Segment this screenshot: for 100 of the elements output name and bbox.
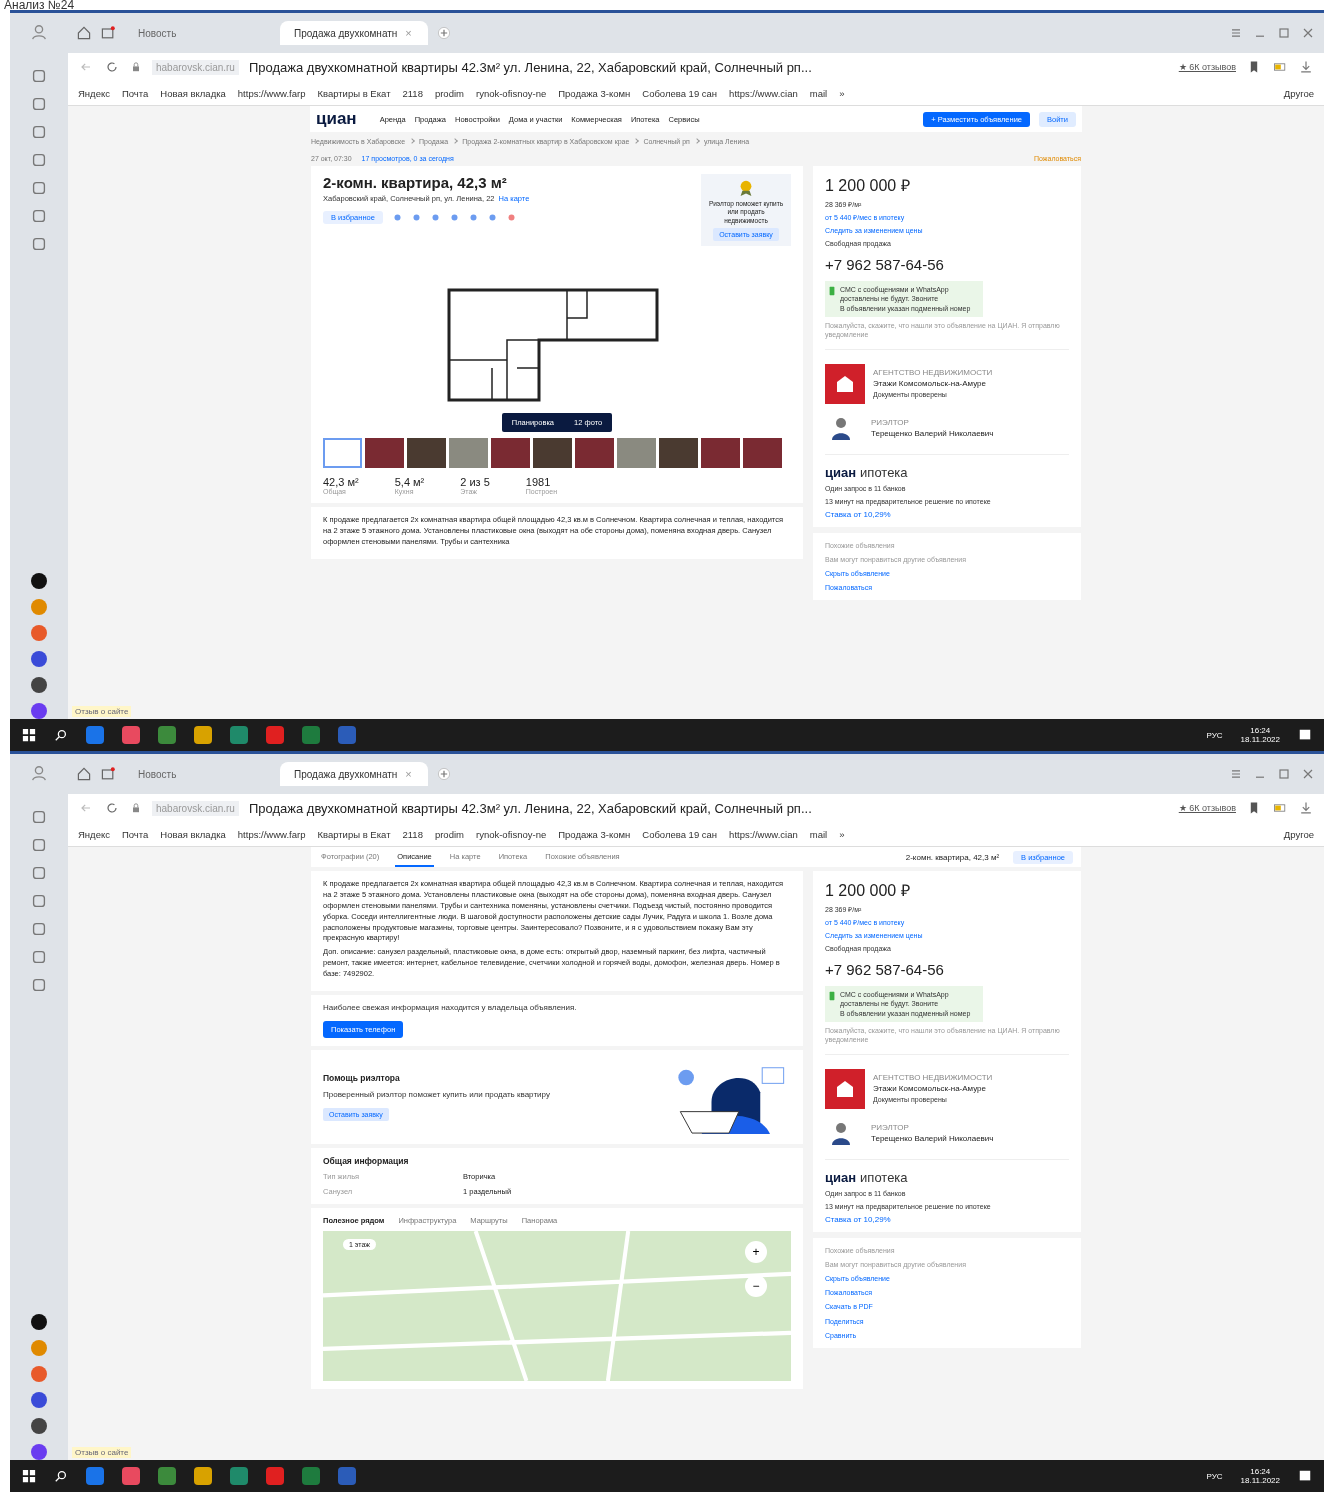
bookmark-item[interactable]: 2118 [402,828,423,840]
feedback-link[interactable]: Отзыв о сайте [72,1447,132,1458]
maximize-icon[interactable] [1276,25,1292,41]
photo-placeholder[interactable] [365,438,404,469]
photo-placeholder[interactable] [533,438,572,469]
taskbar-app-icon[interactable] [86,726,104,744]
plan-thumbnail[interactable] [323,438,362,469]
taskbar-app-icon[interactable] [302,1467,320,1485]
notification-icon[interactable] [1298,728,1312,742]
browser-tab[interactable]: Продажа двухкомнатн × [280,762,428,786]
taskbar-app-icon[interactable] [266,1467,284,1485]
reload-icon[interactable] [104,59,120,75]
clock-date[interactable]: 18.11.2022 [1240,1476,1280,1485]
clock-time[interactable]: 16:24 [1250,726,1271,735]
bookmark-item[interactable]: https://www.cian [729,87,798,99]
realtor-name[interactable]: Терещенко Валерий Николаевич [871,1133,994,1143]
realtor-name[interactable]: Терещенко Валерий Николаевич [871,428,994,438]
profile-icon[interactable] [30,764,48,782]
new-tab-icon[interactable] [436,766,452,782]
search-icon[interactable] [54,728,68,742]
bookmark-item[interactable]: prodim [434,828,464,840]
tabs-icon[interactable] [100,766,116,782]
cian-logo[interactable]: циан [316,109,357,129]
bookmark-item[interactable]: rynok-ofisnoy-ne [475,828,547,840]
bookmark-item[interactable]: https://www.farp [237,87,306,99]
bookmark-item[interactable]: 2118 [402,87,423,99]
taskbar-app-icon[interactable] [230,1467,248,1485]
taskbar-app-icon[interactable] [230,726,248,744]
address-field[interactable]: Продажа двухкомнатной квартиры 42.3м² ул. Ленина, 22, Хабаровский край, Солнечный рп... [248,800,1169,816]
phone-number[interactable]: +7 962 587-64-56 [825,256,1069,274]
bookmark-item[interactable]: mail [809,828,828,840]
new-tab-icon[interactable] [436,25,452,41]
notification-icon[interactable] [1298,1469,1312,1483]
taskbar-app-icon[interactable] [302,726,320,744]
reload-icon[interactable] [104,800,120,816]
more-bookmarks-button[interactable]: » [839,828,845,840]
bookmark-item[interactable]: Квартиры в Екат [317,828,391,840]
taskbar-app-icon[interactable] [122,1467,140,1485]
language-indicator[interactable]: РУС [1206,730,1223,740]
agency-name[interactable]: Этажи Комсомольск-на-Амуре [873,1084,993,1094]
bookmark-item[interactable]: Почта [121,828,149,840]
photo-placeholder[interactable] [491,438,530,469]
browser-tab[interactable]: Новость [124,21,272,45]
taskbar-app-icon[interactable] [86,1467,104,1485]
more-bookmarks-button[interactable]: » [839,87,845,99]
bookmark-item[interactable]: Новая вкладка [160,828,226,840]
bookmark-item[interactable]: Квартиры в Екат [317,87,391,99]
tabs-icon[interactable] [100,25,116,41]
rate-link[interactable]: Ставка от 10,29% [825,1215,1069,1225]
search-icon[interactable] [54,1469,68,1483]
download-icon[interactable] [1298,59,1314,75]
bookmark-item[interactable]: Яндекс [78,87,110,99]
clock-time[interactable]: 16:24 [1250,1467,1271,1476]
taskbar-app-icon[interactable] [338,1467,356,1485]
bookmark-item[interactable]: Продажа 3-комн [558,87,631,99]
reviews-link[interactable]: ★ 6К отзывов [1178,803,1236,813]
bookmark-item[interactable]: rynok-ofisnoy-ne [475,87,547,99]
taskbar-app-icon[interactable] [266,726,284,744]
home-icon[interactable] [76,25,92,41]
zoom-in-button[interactable]: + [745,1240,767,1263]
feedback-link[interactable]: Отзыв о сайте [72,706,132,717]
browser-tab[interactable]: Новость [124,762,272,786]
other-bookmarks-button[interactable]: Другое [1283,828,1314,840]
app-icon[interactable] [31,677,47,693]
start-icon[interactable] [22,1469,36,1483]
bookmark-item[interactable]: Соболева 19 сан [642,87,718,99]
bookmark-item[interactable]: Продажа 3-комн [558,828,631,840]
taskbar-app-icon[interactable] [158,1467,176,1485]
phone-number[interactable]: +7 962 587-64-56 [825,961,1069,979]
photo-placeholder[interactable] [659,438,698,469]
bookmark-item[interactable]: https://www.farp [237,828,306,840]
bookmark-item[interactable]: https://www.cian [729,828,798,840]
photo-placeholder[interactable] [407,438,446,469]
bookmark-item[interactable]: Почта [121,87,149,99]
bookmark-item[interactable]: mail [809,87,828,99]
taskbar-app-icon[interactable] [194,726,212,744]
app-icon[interactable] [31,1418,47,1434]
photo-placeholder[interactable] [575,438,614,469]
address-field[interactable]: Продажа двухкомнатной квартиры 42.3м² ул. Ленина, 22, Хабаровский край, Солнечный рп... [248,59,1169,75]
app-icon[interactable] [31,573,47,589]
bookmark-item[interactable]: Новая вкладка [160,87,226,99]
rate-link[interactable]: Ставка от 10,29% [825,510,1069,520]
agency-name[interactable]: Этажи Комсомольск-на-Амуре [873,379,993,389]
taskbar-app-icon[interactable] [122,726,140,744]
reviews-link[interactable]: ★ 6К отзывов [1178,62,1236,72]
taskbar-app-icon[interactable] [158,726,176,744]
start-icon[interactable] [22,728,36,742]
taskbar-app-icon[interactable] [338,726,356,744]
clock-date[interactable]: 18.11.2022 [1240,735,1280,744]
photo-placeholder[interactable] [743,438,782,469]
taskbar-app-icon[interactable] [194,1467,212,1485]
app-icon[interactable] [31,1314,47,1330]
home-icon[interactable] [76,766,92,782]
browser-tab[interactable]: Продажа двухкомнатн × [280,21,428,45]
other-bookmarks-button[interactable]: Другое [1283,87,1314,99]
bookmark-item[interactable]: Яндекс [78,828,110,840]
photo-placeholder[interactable] [701,438,740,469]
download-icon[interactable] [1298,800,1314,816]
profile-icon[interactable] [30,23,48,41]
language-indicator[interactable]: РУС [1206,1471,1223,1481]
